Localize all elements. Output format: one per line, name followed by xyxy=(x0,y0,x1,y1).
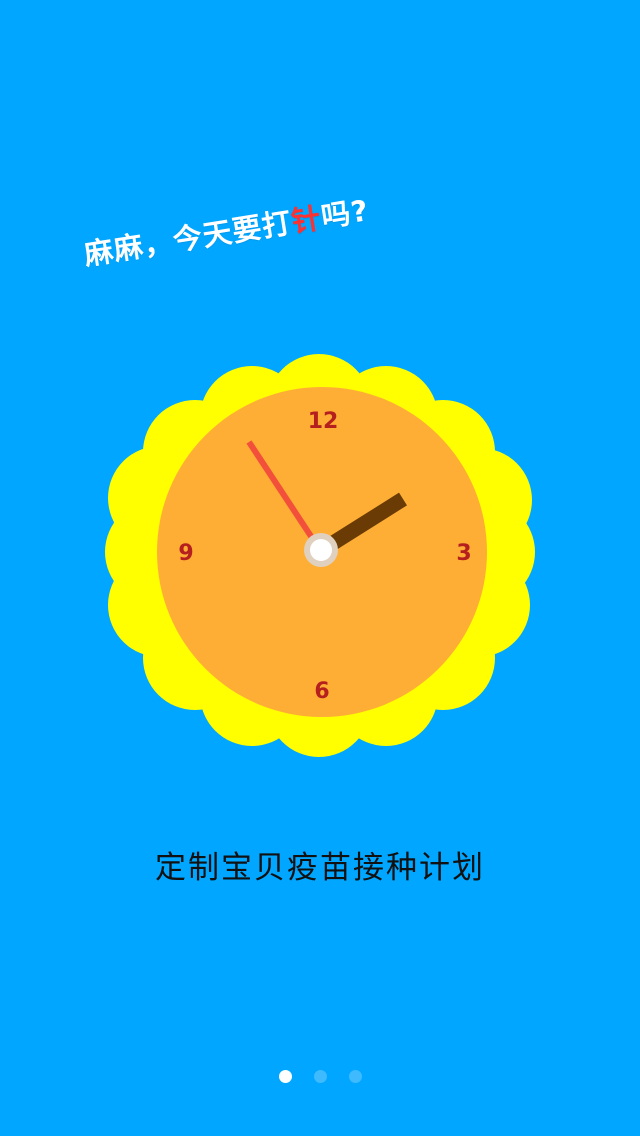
page-dot-2[interactable] xyxy=(313,1070,327,1083)
numeral-6: 6 xyxy=(314,679,329,704)
numeral-12: 12 xyxy=(308,409,339,434)
onboarding-screen[interactable]: 麻麻，今天要打针吗? 12 3 6 9 定制宝贝疫苗接种计划 xyxy=(0,0,640,1136)
caption: 定制宝贝疫苗接种计划 xyxy=(155,850,485,886)
numeral-9: 9 xyxy=(178,541,193,566)
headline-prefix: 麻麻，今天要打 xyxy=(81,205,295,272)
clock-hub-center xyxy=(310,539,332,561)
numeral-3: 3 xyxy=(456,541,471,566)
headline: 麻麻，今天要打针吗? xyxy=(81,187,372,274)
page-dot-1[interactable] xyxy=(278,1070,292,1083)
page-dot-3[interactable] xyxy=(348,1070,362,1083)
headline-suffix: 吗? xyxy=(318,193,372,235)
clock-icon: 12 3 6 9 xyxy=(105,354,535,757)
clock-illustration: 12 3 6 9 xyxy=(100,340,540,760)
page-indicator[interactable] xyxy=(0,1070,640,1083)
